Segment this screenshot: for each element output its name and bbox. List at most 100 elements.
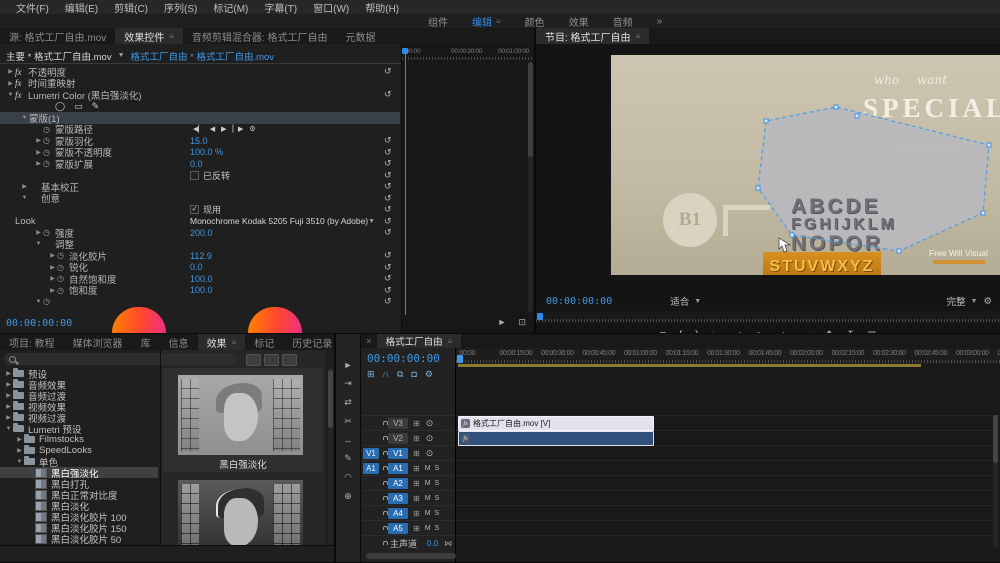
- twirl-icon[interactable]: ▶: [4, 403, 13, 410]
- workspace-tab-颜色[interactable]: 颜色: [513, 14, 557, 28]
- effect-param-row[interactable]: ▼调整: [0, 239, 400, 251]
- menu-item[interactable]: 窗口(W): [305, 0, 357, 15]
- track-target-A3[interactable]: A3: [388, 493, 408, 504]
- lift-button[interactable]: ↥: [825, 330, 833, 334]
- twirl-icon[interactable]: ▶: [15, 436, 24, 443]
- menu-item[interactable]: 剪辑(C): [106, 0, 156, 15]
- play-button[interactable]: ►: [756, 328, 768, 333]
- zoom-tool[interactable]: ⊕: [344, 491, 352, 502]
- track-target-A1[interactable]: A1: [388, 463, 408, 474]
- checkbox-box[interactable]: ✓: [190, 205, 199, 214]
- razor-tool[interactable]: ✂: [344, 416, 352, 427]
- twirl-icon[interactable]: ▼: [6, 92, 15, 98]
- mute-track-button[interactable]: M: [425, 495, 431, 502]
- nest-toggle-icon[interactable]: ⊞: [367, 369, 375, 380]
- program-playhead[interactable]: [537, 313, 543, 320]
- master-volume-value[interactable]: 0.0: [427, 539, 438, 548]
- effect-param-row[interactable]: ✓现用↺: [0, 204, 400, 216]
- sync-lock-icon[interactable]: ⊞: [413, 419, 420, 428]
- sync-lock-icon[interactable]: ⊞: [413, 479, 420, 488]
- stopwatch-icon[interactable]: ◷: [57, 274, 69, 283]
- add-marker-button[interactable]: ◘: [411, 369, 416, 380]
- twirl-icon[interactable]: ▶: [6, 80, 15, 87]
- solo-track-button[interactable]: S: [435, 525, 440, 532]
- mask-tracking-options-icon[interactable]: ⚙: [249, 125, 255, 133]
- tab-sequence[interactable]: 格式工厂自由 ≡: [377, 334, 462, 348]
- track-lane-A3[interactable]: [456, 490, 1000, 506]
- twirl-icon[interactable]: ▶: [4, 381, 13, 388]
- track-mask-back-one-frame-icon[interactable]: ◀▏: [193, 125, 204, 133]
- track-mask-backward-icon[interactable]: ◀: [210, 125, 215, 133]
- rect-mask-tool[interactable]: ▭: [74, 101, 83, 112]
- menu-item[interactable]: 标记(M): [205, 0, 256, 15]
- twirl-icon[interactable]: ▶: [48, 287, 57, 294]
- panel-menu-icon[interactable]: ≡: [496, 17, 501, 26]
- reset-param-icon[interactable]: ↺: [384, 273, 392, 284]
- fit-dropdown[interactable]: 适合 ▼: [670, 294, 701, 308]
- param-value[interactable]: 200.0: [190, 228, 213, 238]
- effects-bin-音频过渡[interactable]: ▶音频过渡: [0, 390, 158, 401]
- scrollbar[interactable]: [528, 62, 533, 313]
- close-icon[interactable]: ×: [361, 336, 377, 347]
- stopwatch-icon[interactable]: ◷: [57, 286, 69, 295]
- scrollbar[interactable]: [328, 368, 333, 544]
- mark-in-button[interactable]: {: [679, 330, 682, 334]
- look-dropdown[interactable]: Monochrome Kodak 5205 Fuji 3510 (by Adob…: [190, 216, 374, 226]
- track-lane-A5[interactable]: [456, 520, 1000, 536]
- timeline-timecode[interactable]: 00:00:00:00: [367, 352, 440, 365]
- effect-preset-黑白淡化胶片 50[interactable]: 黑白淡化胶片 50: [0, 533, 158, 544]
- play-audio-button[interactable]: ►: [498, 317, 507, 328]
- scrollbar[interactable]: [993, 415, 998, 548]
- snap-toggle[interactable]: ∩: [383, 369, 389, 380]
- sync-lock-icon[interactable]: ⊞: [413, 509, 420, 518]
- highlight-tint-color-wheel[interactable]: [248, 307, 302, 333]
- export-icon[interactable]: ⊡: [518, 317, 526, 328]
- reset-param-icon[interactable]: ↺: [384, 193, 392, 204]
- effects-bin-Lumetri 预设[interactable]: ▼Lumetri 预设: [0, 423, 158, 434]
- effect-controls-timecode[interactable]: 00:00:00:00: [6, 318, 72, 329]
- panel-menu-icon[interactable]: ≡: [448, 337, 453, 346]
- twirl-icon[interactable]: ▶: [48, 275, 57, 282]
- workspace-tab-效果[interactable]: 效果: [557, 14, 601, 28]
- twirl-icon[interactable]: ▼: [4, 426, 13, 432]
- twirl-icon[interactable]: ▼: [34, 241, 43, 247]
- program-time-ruler[interactable]: [536, 311, 1000, 323]
- reset-param-icon[interactable]: ↺: [384, 262, 392, 273]
- track-lane-V1[interactable]: [456, 445, 1000, 461]
- effects-bin-音频效果[interactable]: ▶音频效果: [0, 379, 158, 390]
- playhead[interactable]: [402, 48, 408, 54]
- twirl-icon[interactable]: ▶: [34, 160, 43, 167]
- tab-源: 格式工厂自由.mov[interactable]: 源: 格式工厂自由.mov: [0, 28, 115, 44]
- tab-媒体浏览器[interactable]: 媒体浏览器: [64, 334, 132, 350]
- timeline-settings-icon[interactable]: ⚙: [425, 369, 433, 380]
- playback-resolution-dropdown[interactable]: 完整 ▼: [947, 294, 978, 308]
- twirl-icon[interactable]: ▶: [6, 68, 15, 75]
- twirl-icon[interactable]: ▶: [48, 264, 57, 271]
- menu-item[interactable]: 编辑(E): [57, 0, 106, 15]
- timeline-ruler[interactable]: :00:0000:00:15:0000:00:30:0000:00:45:000…: [456, 348, 1000, 364]
- mute-track-button[interactable]: M: [425, 465, 431, 472]
- reset-param-icon[interactable]: ↺: [384, 170, 392, 181]
- reset-param-icon[interactable]: ↺: [384, 158, 392, 169]
- reset-param-icon[interactable]: ↺: [384, 181, 392, 192]
- effect-param-row[interactable]: ▶◷锐化0.0↺: [0, 262, 400, 274]
- reset-param-icon[interactable]: ↺: [384, 89, 392, 100]
- param-value[interactable]: 0.0: [190, 159, 203, 169]
- checkbox-box[interactable]: [190, 171, 199, 180]
- accelerated-effects-badge-icon[interactable]: [246, 354, 261, 366]
- work-area-bar[interactable]: [458, 364, 921, 367]
- twirl-icon[interactable]: ▶: [34, 229, 43, 236]
- tab-音频剪辑混合器: 格式工厂自由[interactable]: 音频剪辑混合器: 格式工厂自由: [183, 28, 337, 44]
- master-clip-selector[interactable]: 主要 * 格式工厂自由.mov: [6, 49, 112, 63]
- effect-param-row[interactable]: ◯▭✎: [0, 101, 400, 113]
- twirl-icon[interactable]: ▼: [34, 299, 43, 305]
- reset-param-icon[interactable]: ↺: [384, 250, 392, 261]
- solo-track-button[interactable]: S: [435, 510, 440, 517]
- workspace-tab-编辑[interactable]: 编辑≡: [460, 14, 513, 28]
- linked-selection-toggle[interactable]: ⧉: [397, 369, 403, 380]
- stopwatch-icon[interactable]: ◷: [43, 228, 55, 237]
- track-target-V3[interactable]: V3: [388, 418, 408, 429]
- track-select-forward-tool[interactable]: ⇥: [344, 378, 352, 389]
- mark-out-button[interactable]: }: [695, 330, 698, 334]
- effects-bin-Filmstocks[interactable]: ▶Filmstocks: [0, 434, 158, 445]
